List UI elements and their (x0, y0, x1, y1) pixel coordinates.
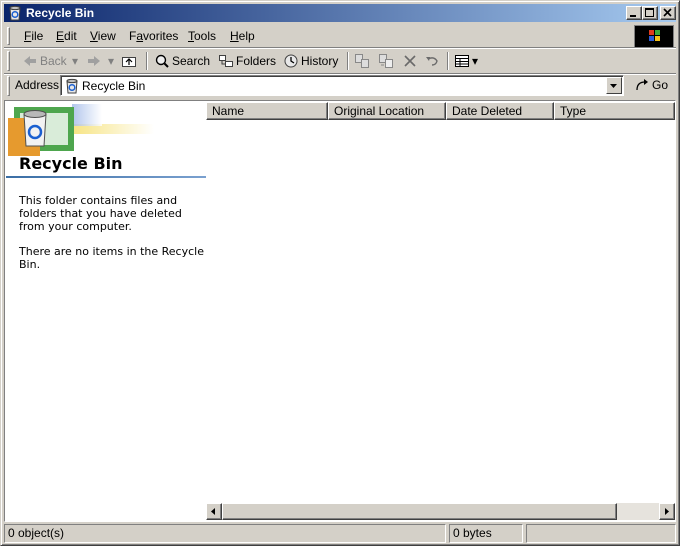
recycle-bin-banner-graphic (8, 104, 154, 156)
web-view-pane: Recycle Bin This folder contains files a… (6, 102, 208, 520)
dropdown-arrow-icon (610, 84, 617, 88)
status-zone (526, 524, 676, 543)
address-value: Recycle Bin (82, 79, 146, 93)
windows-logo-throbber (634, 25, 674, 48)
explorer-window: Recycle Bin File Edit View Favorites Too… (0, 0, 680, 546)
standard-toolbar: Back ▾ ▾ Search Folders History ▾ (4, 49, 676, 73)
maximize-icon (645, 8, 654, 17)
scroll-thumb[interactable] (222, 503, 617, 520)
menu-file[interactable]: File (24, 29, 43, 43)
toolbar-separator (447, 52, 449, 70)
go-arrow-icon (634, 77, 650, 96)
menu-grip[interactable] (7, 27, 10, 45)
views-button[interactable]: ▾ (454, 51, 482, 71)
column-header-type[interactable]: Type (554, 102, 675, 120)
column-header-date-deleted[interactable]: Date Deleted (446, 102, 554, 120)
views-grid-icon (454, 53, 470, 69)
forward-dropdown-icon: ▾ (108, 54, 115, 68)
pane-title-rule (6, 176, 208, 178)
minimize-icon (630, 15, 636, 17)
close-icon (663, 8, 672, 17)
scroll-left-arrow-icon (211, 508, 215, 515)
views-dropdown-icon: ▾ (472, 54, 479, 68)
up-folder-button[interactable] (121, 51, 143, 71)
address-label: Address (15, 78, 60, 92)
address-grip[interactable] (7, 76, 10, 96)
move-to-icon (354, 53, 370, 69)
toolbar-separator (347, 52, 349, 70)
title-bar[interactable]: Recycle Bin (4, 4, 676, 22)
undo-button[interactable] (424, 51, 444, 71)
delete-button[interactable] (402, 51, 420, 71)
forward-button[interactable]: ▾ (86, 51, 116, 71)
minimize-button[interactable] (626, 6, 642, 20)
forward-arrow-icon (86, 53, 102, 69)
column-header-original-location[interactable]: Original Location (328, 102, 446, 120)
menu-edit[interactable]: Edit (56, 29, 77, 43)
history-icon (283, 53, 299, 69)
recycle-bin-small-icon (64, 78, 80, 94)
search-button[interactable]: Search (154, 51, 212, 71)
pane-description: This folder contains files and folders t… (19, 194, 182, 233)
scroll-right-arrow-icon (665, 508, 669, 515)
toolbar-grip[interactable] (7, 51, 10, 71)
status-bar: 0 object(s) 0 bytes (4, 523, 676, 543)
scroll-right-button[interactable] (659, 503, 675, 520)
folders-button[interactable]: Folders (218, 51, 280, 71)
up-folder-icon (121, 53, 137, 69)
delete-x-icon (402, 53, 418, 69)
menu-tools[interactable]: Tools (188, 29, 216, 43)
copy-to-icon (378, 53, 394, 69)
horizontal-scrollbar[interactable] (206, 503, 675, 520)
status-size: 0 bytes (449, 524, 523, 543)
folders-icon (218, 53, 234, 69)
maximize-button[interactable] (642, 6, 658, 20)
menu-help[interactable]: Help (230, 29, 255, 43)
window-title: Recycle Bin (26, 6, 95, 20)
back-arrow-icon (22, 53, 38, 69)
back-button[interactable]: Back ▾ (22, 51, 80, 71)
file-list[interactable]: Name Original Location Date Deleted Type (206, 102, 675, 520)
address-input[interactable]: Recycle Bin (60, 75, 624, 96)
history-button[interactable]: History (283, 51, 343, 71)
search-icon (154, 53, 170, 69)
menu-view[interactable]: View (90, 29, 116, 43)
pane-empty-message: There are no items in the Recycle Bin. (19, 245, 204, 271)
menu-bar: File Edit View Favorites Tools Help (4, 25, 676, 47)
toolbar-separator (146, 52, 148, 70)
scroll-left-button[interactable] (206, 503, 222, 520)
pane-title: Recycle Bin (19, 154, 123, 173)
address-dropdown-button[interactable] (606, 77, 622, 94)
recycle-bin-icon (7, 5, 23, 21)
undo-icon (424, 53, 440, 69)
move-to-button[interactable] (354, 51, 374, 71)
back-dropdown-icon: ▾ (72, 54, 79, 68)
windows-flag-icon (649, 30, 660, 41)
column-header-name[interactable]: Name (206, 102, 328, 120)
copy-to-button[interactable] (378, 51, 398, 71)
address-bar: Address Recycle Bin Go (4, 75, 676, 97)
close-button[interactable] (660, 6, 676, 20)
menu-favorites[interactable]: Favorites (129, 29, 178, 43)
status-object-count: 0 object(s) (4, 524, 446, 543)
folder-content: Recycle Bin This folder contains files a… (4, 100, 676, 522)
